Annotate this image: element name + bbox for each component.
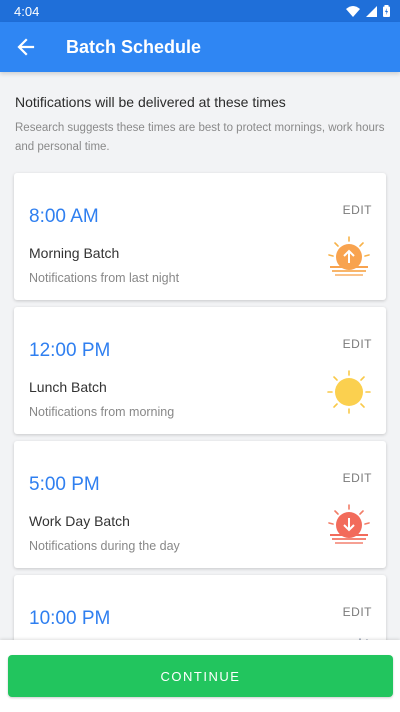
back-button[interactable]: [2, 22, 50, 72]
bottom-bar: CONTINUE: [0, 640, 400, 712]
batch-description: Notifications during the day: [29, 539, 180, 553]
edit-button[interactable]: EDIT: [343, 471, 372, 485]
edit-button[interactable]: EDIT: [343, 605, 372, 619]
batch-time[interactable]: 8:00 AM: [29, 206, 99, 228]
batch-name: Lunch Batch: [29, 379, 107, 395]
batch-name: Morning Batch: [29, 245, 120, 261]
arrow-left-icon: [17, 38, 35, 56]
edit-button[interactable]: EDIT: [343, 337, 372, 351]
status-icons: [346, 5, 390, 17]
wifi-icon: [346, 5, 360, 17]
intro-subtext: Research suggests these times are best t…: [15, 122, 385, 153]
batch-description: Notifications from morning: [29, 405, 175, 419]
batch-list-scroll[interactable]: Notifications will be delivered at these…: [0, 72, 400, 640]
edit-button[interactable]: EDIT: [343, 203, 372, 217]
sunset-icon: [328, 504, 370, 544]
app-bar: Batch Schedule: [0, 22, 400, 72]
battery-icon: [383, 5, 390, 17]
batch-description: Notifications from last night: [29, 271, 180, 285]
batch-time[interactable]: 5:00 PM: [29, 474, 100, 496]
continue-button[interactable]: CONTINUE: [8, 655, 393, 697]
batch-time[interactable]: 12:00 PM: [29, 340, 110, 362]
page-title: Batch Schedule: [66, 36, 202, 57]
sun-icon: [327, 370, 371, 414]
status-time: 4:04: [14, 3, 40, 19]
status-bar: 4:04: [0, 0, 400, 22]
batch-card-lunch[interactable]: 12:00 PM EDIT Lunch Batch Notifications …: [14, 307, 386, 434]
intro-heading: Notifications will be delivered at these…: [15, 94, 286, 110]
sunrise-icon: [328, 236, 370, 276]
batch-card-night[interactable]: 10:00 PM EDIT: [14, 575, 386, 640]
batch-name: Work Day Batch: [29, 513, 130, 529]
batch-card-morning[interactable]: 8:00 AM EDIT Morning Batch Notifications…: [14, 173, 386, 300]
signal-icon: [366, 5, 377, 17]
batch-card-workday[interactable]: 5:00 PM EDIT Work Day Batch Notification…: [14, 441, 386, 568]
batch-time[interactable]: 10:00 PM: [29, 608, 110, 630]
